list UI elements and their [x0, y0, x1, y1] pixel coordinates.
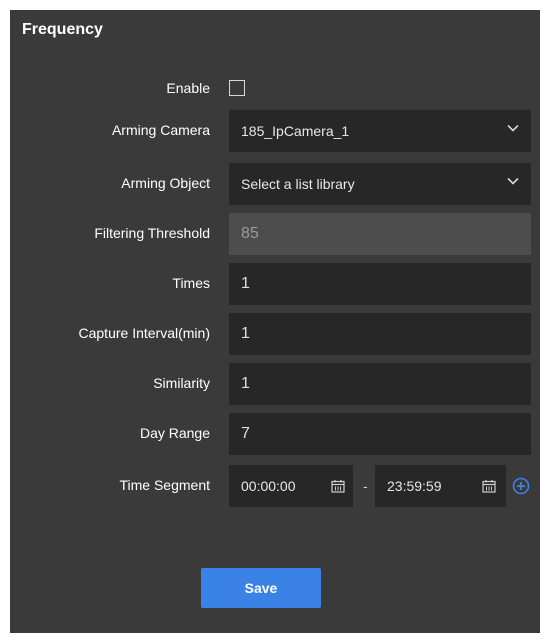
capture-interval-input[interactable]: 1 [229, 313, 531, 355]
capture-interval-value: 1 [241, 325, 250, 342]
similarity-value: 1 [241, 375, 250, 392]
similarity-label: Similarity [153, 375, 210, 391]
save-button[interactable]: Save [201, 568, 321, 608]
day-range-label: Day Range [139, 425, 210, 441]
enable-label: Enable [166, 80, 210, 96]
arming-camera-value: 185_IpCamera_1 [241, 123, 350, 139]
enable-checkbox[interactable] [229, 80, 245, 96]
filtering-threshold-label: Filtering Threshold [94, 225, 210, 241]
chevron-down-icon [507, 177, 519, 185]
filtering-threshold-input[interactable]: 85 [229, 213, 531, 255]
time-segment-end-value: 23:59:59 [387, 478, 442, 494]
times-label: Times [172, 275, 210, 291]
day-range-input[interactable]: 7 [229, 413, 531, 455]
arming-object-placeholder: Select a list library [241, 176, 355, 192]
filtering-threshold-value: 85 [241, 225, 259, 242]
calendar-icon[interactable] [482, 479, 496, 493]
arming-object-label: Arming Object [121, 175, 210, 191]
chevron-down-icon [507, 124, 519, 132]
arming-object-select[interactable]: Select a list library [229, 163, 531, 205]
time-segment-label: Time Segment [119, 477, 210, 493]
time-segment-end-input[interactable]: 23:59:59 [375, 465, 506, 507]
times-input[interactable]: 1 [229, 263, 531, 305]
capture-interval-label: Capture Interval(min) [78, 325, 211, 341]
arming-camera-select[interactable]: 185_IpCamera_1 [229, 110, 531, 152]
arming-camera-label: Arming Camera [111, 122, 210, 138]
similarity-input[interactable]: 1 [229, 363, 531, 405]
time-segment-separator: - [363, 478, 368, 494]
time-segment-start-value: 00:00:00 [241, 478, 296, 494]
time-segment-start-input[interactable]: 00:00:00 [229, 465, 353, 507]
day-range-value: 7 [241, 425, 250, 442]
calendar-icon[interactable] [331, 479, 345, 493]
panel-title: Frequency [22, 21, 103, 38]
times-value: 1 [241, 275, 250, 292]
frequency-panel: Frequency Enable Arming Camera 185_IpCam… [10, 10, 540, 633]
add-time-segment-icon[interactable] [512, 477, 530, 495]
